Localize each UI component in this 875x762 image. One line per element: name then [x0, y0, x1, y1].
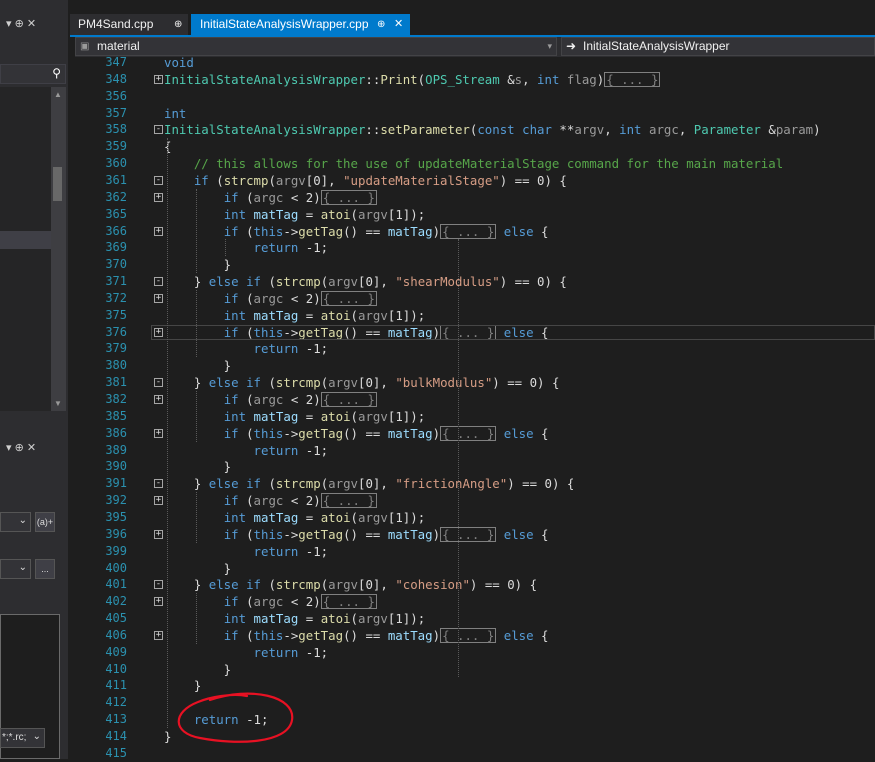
- red-circle-annotation: [177, 692, 294, 743]
- annotation-overlay: [177, 692, 294, 743]
